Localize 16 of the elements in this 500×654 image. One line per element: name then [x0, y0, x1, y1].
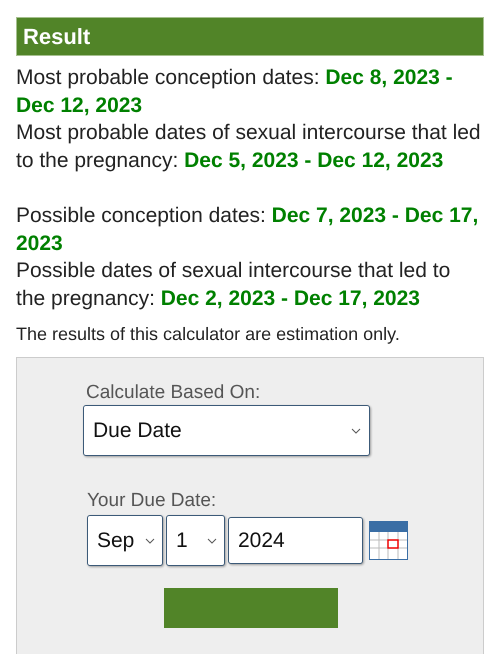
calendar-icon[interactable]	[369, 521, 408, 560]
disclaimer-text: The results of this calculator are estimation only.	[16, 323, 401, 346]
result-text: Most probable conception dates: Dec 8, 2023 - Dec 12, 2023	[16, 65, 454, 118]
based-on-select[interactable]: Due Date	[83, 405, 370, 456]
result-header: Result	[16, 17, 484, 56]
result-text: Most probable dates of sexual intercourse that led to the pregnancy: Dec 5, 2023 - Dec 12, 2023	[16, 120, 482, 174]
chevron-icon	[145, 538, 155, 544]
result-text: Possible dates of sexual intercourse that led to the pregnancy: Dec 2, 2023 - Dec 17, 2023	[16, 258, 452, 312]
chevron-icon	[207, 538, 217, 544]
chevron-icon	[351, 428, 361, 434]
result-text: Possible conception dates: Dec 7, 2023 - Dec 17, 2023	[16, 203, 480, 256]
field-label: Calculate Based On:	[86, 382, 262, 404]
day-select[interactable]: 1	[166, 515, 225, 566]
year-field[interactable]: 2024	[228, 517, 363, 564]
field-label: Your Due Date:	[87, 490, 218, 512]
month-select[interactable]: Sep	[87, 515, 163, 566]
